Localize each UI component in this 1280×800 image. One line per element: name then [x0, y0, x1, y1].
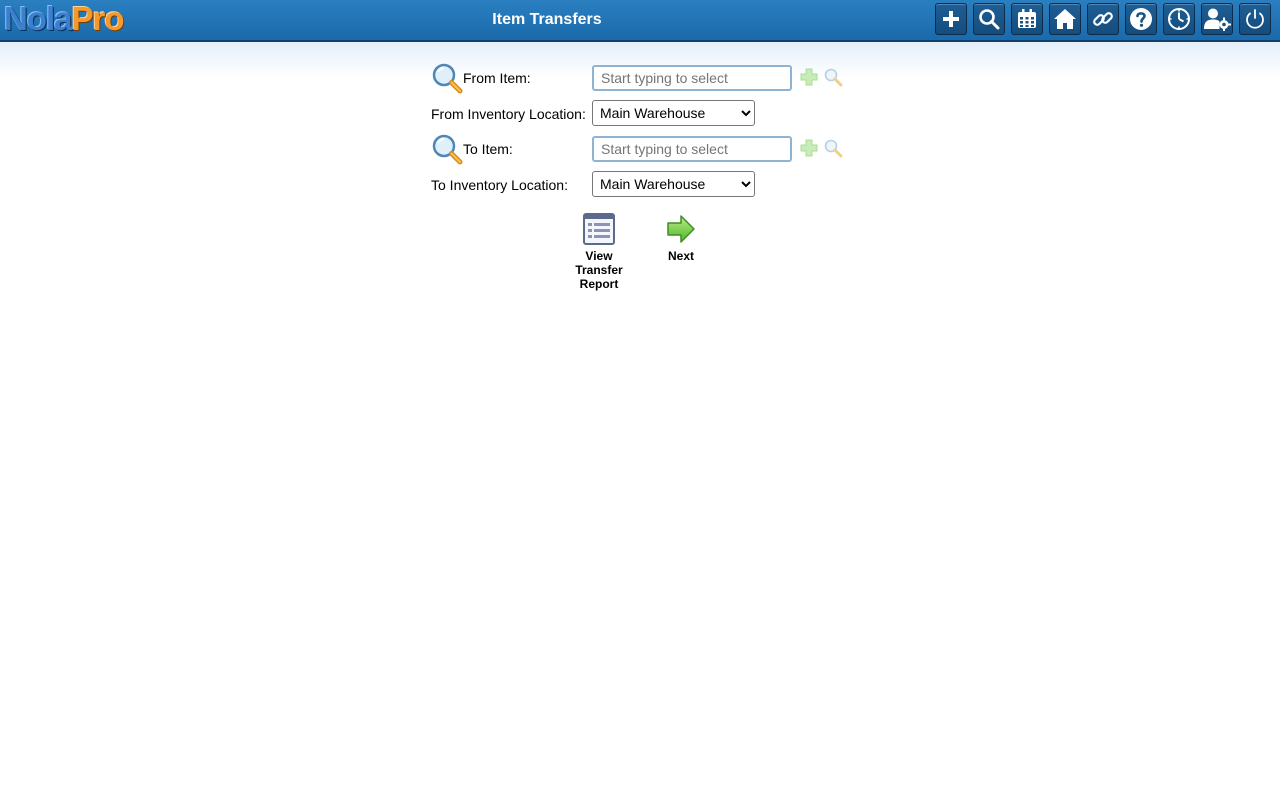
report-icon: [583, 213, 615, 245]
lookup-item-icon[interactable]: [823, 138, 843, 158]
view-report-label-line1: View: [585, 249, 613, 263]
next-button[interactable]: Next: [659, 212, 703, 263]
from-item-label: From Item:: [463, 70, 531, 86]
arrow-right-icon: [667, 215, 695, 243]
to-location-select[interactable]: Main Warehouse: [592, 171, 755, 197]
add-item-icon[interactable]: [799, 138, 819, 158]
view-report-label-line3: Report: [579, 277, 619, 291]
to-item-input[interactable]: [592, 136, 792, 162]
view-report-label-line2: Transfer: [575, 263, 623, 277]
to-item-label: To Item:: [463, 141, 513, 157]
magnifier-icon[interactable]: [431, 62, 463, 94]
add-item-icon[interactable]: [799, 67, 819, 87]
view-transfer-report-button[interactable]: View Transfer Report: [569, 212, 629, 291]
to-location-label: To Inventory Location:: [431, 177, 568, 193]
lookup-item-icon[interactable]: [823, 67, 843, 87]
next-label: Next: [667, 249, 694, 263]
item-transfer-form: From Item: From Inventory Location: Main…: [0, 0, 1280, 800]
from-location-label: From Inventory Location:: [431, 106, 586, 122]
magnifier-icon[interactable]: [431, 133, 463, 165]
from-location-select[interactable]: Main Warehouse: [592, 100, 755, 126]
from-item-input[interactable]: [592, 65, 792, 91]
